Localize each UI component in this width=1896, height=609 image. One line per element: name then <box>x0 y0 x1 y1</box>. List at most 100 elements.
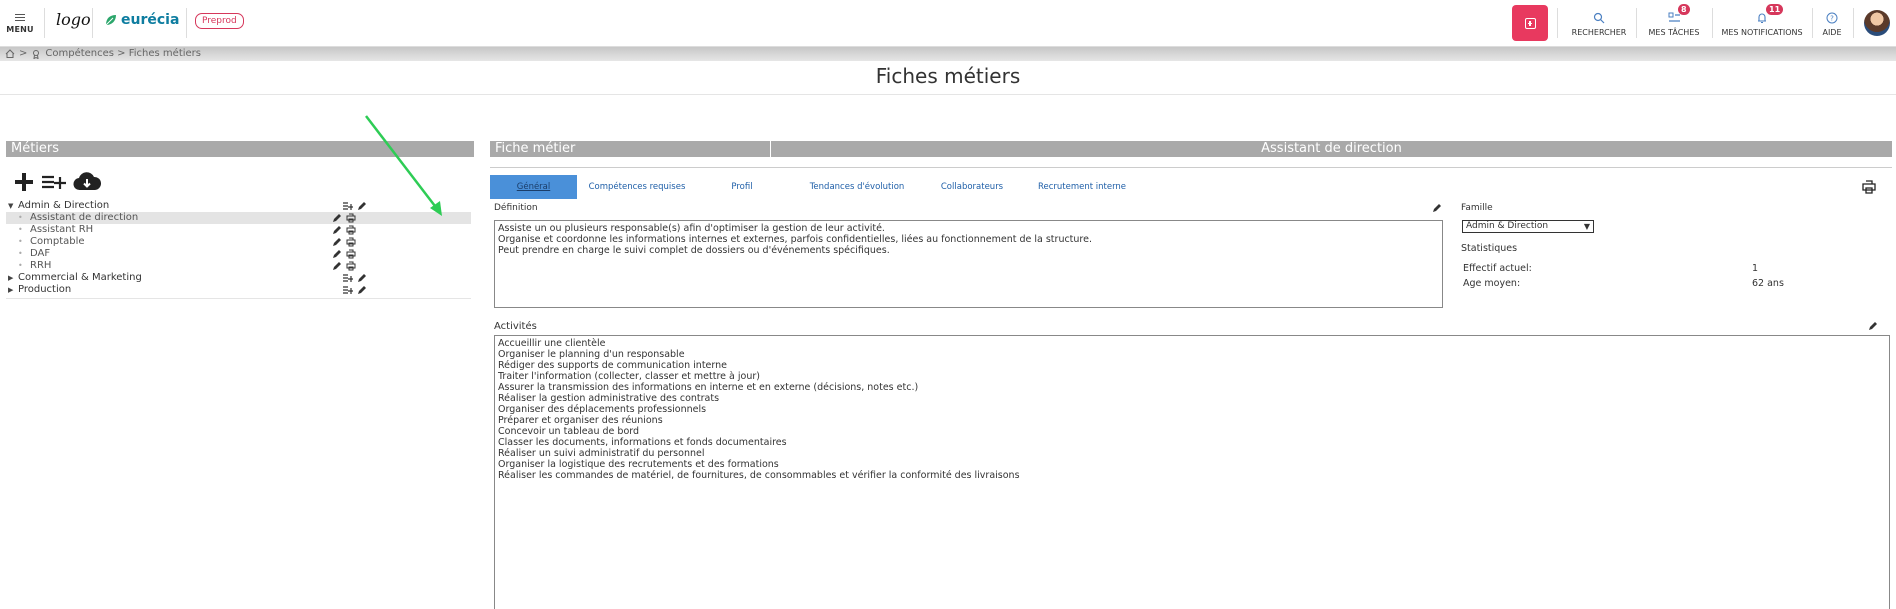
pencil-icon[interactable] <box>332 261 342 271</box>
user-avatar[interactable] <box>1864 10 1890 36</box>
divider <box>1712 8 1713 38</box>
tasks-icon: 8 <box>1645 4 1703 26</box>
famille-select[interactable]: Admin & Direction ▼ <box>1462 220 1594 233</box>
tree-item-label: RRH <box>30 260 52 271</box>
tree-group-label: Admin & Direction <box>18 200 110 211</box>
hamburger-icon <box>15 14 25 21</box>
quick-add-button[interactable] <box>1512 5 1548 41</box>
tab-collaborateurs[interactable]: Collaborateurs <box>927 175 1017 199</box>
breadcrumb-path[interactable]: Compétences > Fiches métiers <box>45 48 201 59</box>
nav-tasks[interactable]: 8 MES TÂCHES <box>1645 4 1703 37</box>
pencil-icon[interactable] <box>332 225 342 235</box>
row-actions <box>332 213 356 223</box>
caret-right-icon[interactable]: ▶ <box>8 272 13 284</box>
svg-text:?: ? <box>1830 15 1834 23</box>
definition-label: Définition <box>494 203 538 213</box>
chevron-down-icon: ▼ <box>1583 222 1590 231</box>
caret-right-icon[interactable]: ▶ <box>8 284 13 296</box>
env-badge: Preprod <box>195 13 244 29</box>
tab-tendances[interactable]: Tendances d'évolution <box>787 175 927 199</box>
annotation-arrow-icon <box>365 115 442 216</box>
pencil-icon[interactable] <box>357 273 367 283</box>
tree-group[interactable]: ▶ Commercial & Marketing <box>6 272 471 284</box>
job-title-header: Assistant de direction <box>771 141 1892 157</box>
tab-recrutement[interactable]: Recrutement interne <box>1017 175 1147 199</box>
tree-item-label: DAF <box>30 248 51 259</box>
breadcrumb: > Compétences > Fiches métiers <box>5 48 201 59</box>
nav-notifications-label: MES NOTIFICATIONS <box>1721 28 1803 37</box>
cloud-download-icon[interactable] <box>73 171 101 193</box>
add-list-icon[interactable] <box>343 201 353 211</box>
divider <box>0 94 1896 95</box>
menu-button[interactable]: MENU <box>6 12 34 35</box>
pencil-icon[interactable] <box>1432 203 1442 213</box>
divider <box>1853 8 1854 38</box>
menu-label: MENU <box>6 25 34 34</box>
tree-item-label: Assistant RH <box>30 224 94 235</box>
pencil-icon[interactable] <box>332 213 342 223</box>
tasks-badge: 8 <box>1678 4 1690 15</box>
nav-tasks-label: MES TÂCHES <box>1648 28 1700 37</box>
tree-item[interactable]: • DAF <box>6 248 471 260</box>
effectif-value: 1 <box>1752 263 1759 274</box>
plus-icon <box>1525 18 1536 29</box>
bullet-icon: • <box>18 261 23 270</box>
tab-competences[interactable]: Compétences requises <box>577 175 697 199</box>
divider <box>186 8 187 38</box>
print-icon[interactable] <box>346 213 356 223</box>
effectif-label: Effectif actuel: <box>1463 263 1532 274</box>
stats-label: Statistiques <box>1461 243 1518 254</box>
tab-general[interactable]: Général <box>490 175 577 199</box>
activites-textarea[interactable]: Accueillir une clientèle Organiser le pl… <box>494 335 1890 609</box>
add-list-icon[interactable] <box>343 285 353 295</box>
pencil-icon[interactable] <box>1868 321 1878 331</box>
print-icon[interactable] <box>1862 180 1876 194</box>
pencil-icon[interactable] <box>357 285 367 295</box>
add-icon[interactable] <box>13 171 35 193</box>
pencil-icon[interactable] <box>332 237 342 247</box>
print-icon[interactable] <box>346 225 356 235</box>
row-actions <box>332 237 356 247</box>
bullet-icon: • <box>18 213 23 222</box>
breadcrumb-separator: > <box>19 48 28 59</box>
add-list-icon[interactable] <box>343 273 353 283</box>
add-list-icon[interactable] <box>41 172 67 192</box>
brand-name: eurécia <box>121 12 180 28</box>
tree-group[interactable]: ▶ Production <box>6 284 471 296</box>
pencil-icon[interactable] <box>332 249 342 259</box>
caret-down-icon[interactable]: ▼ <box>8 200 13 212</box>
divider <box>490 167 1892 168</box>
bullet-icon: • <box>18 225 23 234</box>
row-actions <box>332 225 356 235</box>
print-icon[interactable] <box>346 249 356 259</box>
tab-bar: Général Compétences requises Profil Tend… <box>490 175 1147 199</box>
breadcrumb-bar: > Compétences > Fiches métiers <box>0 47 1896 61</box>
print-icon[interactable] <box>346 261 356 271</box>
brand-logo: eurécia <box>104 12 179 28</box>
divider <box>1812 8 1813 38</box>
tab-profil[interactable]: Profil <box>697 175 787 199</box>
tree-item[interactable]: • Comptable <box>6 236 471 248</box>
bullet-icon: • <box>18 237 23 246</box>
print-icon[interactable] <box>346 237 356 247</box>
leaf-icon <box>105 15 116 26</box>
divider <box>6 298 471 299</box>
definition-textarea[interactable]: Assiste un ou plusieurs responsable(s) a… <box>494 220 1443 308</box>
divider <box>44 8 45 38</box>
help-icon: ? <box>1818 10 1846 26</box>
nav-search[interactable]: RECHERCHER <box>1570 10 1628 37</box>
tree-item-label: Comptable <box>30 236 85 247</box>
skills-icon <box>33 49 40 59</box>
age-label: Age moyen: <box>1463 278 1521 289</box>
page-title: Fiches métiers <box>875 64 1021 88</box>
row-actions <box>332 261 356 271</box>
activites-label: Activités <box>494 321 537 332</box>
tree-item[interactable]: • RRH <box>6 260 471 272</box>
fiche-header: Fiche métier <box>490 141 770 157</box>
tree-toolbar <box>13 171 101 193</box>
nav-notifications[interactable]: 11 MES NOTIFICATIONS <box>1718 4 1806 37</box>
nav-help[interactable]: ? AIDE <box>1818 10 1846 37</box>
home-icon[interactable] <box>5 49 15 58</box>
company-logo: logo <box>56 10 91 29</box>
tree-item[interactable]: • Assistant RH <box>6 224 471 236</box>
